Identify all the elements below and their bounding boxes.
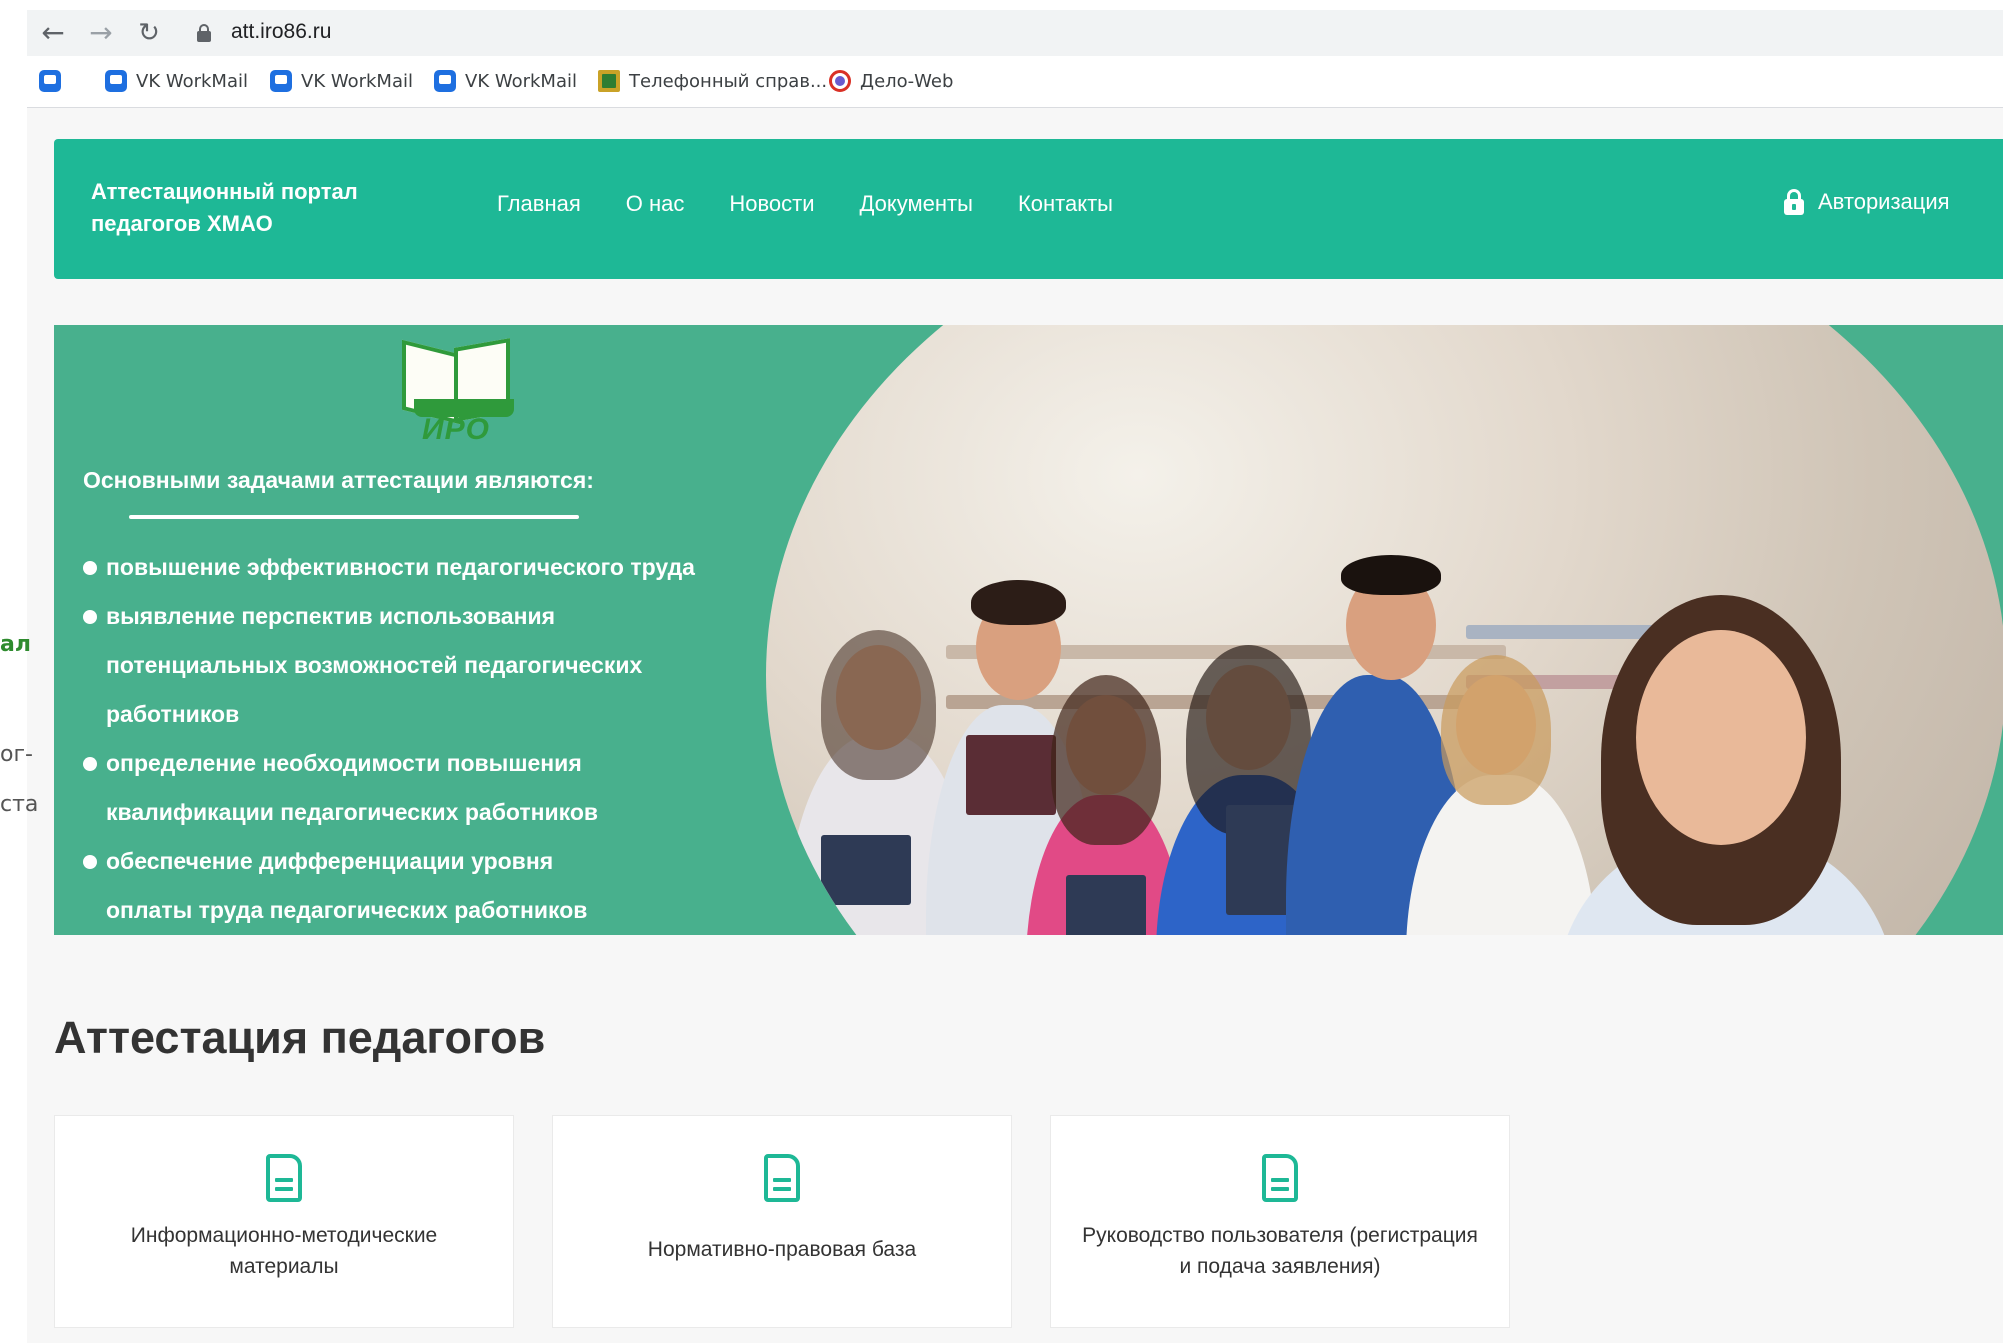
phone-directory-icon bbox=[598, 70, 620, 92]
address-bar[interactable]: att.iro86.ru bbox=[231, 20, 331, 44]
task-item: повышение эффективности педагогического … bbox=[83, 543, 783, 592]
login-label: Авторизация bbox=[1818, 189, 1950, 214]
bookmark-label: VK WorkMail bbox=[301, 70, 413, 92]
site-header: Аттестационный портал педагогов ХМАО Гла… bbox=[54, 139, 2003, 279]
bookmark-vk-workmail-1[interactable]: VK WorkMail bbox=[105, 66, 248, 96]
card-methodical-materials[interactable]: Информационно-методические материалы bbox=[54, 1115, 514, 1328]
menu-item-news[interactable]: Новости bbox=[729, 191, 814, 217]
hero-banner: ИРО Основными задачами аттестации являют… bbox=[54, 325, 2003, 935]
tasks-title: Основными задачами аттестации являются: bbox=[83, 467, 594, 493]
card-label: Информационно-методические материалы bbox=[130, 1224, 438, 1278]
bookmark-phone-directory[interactable]: Телефонный справ... bbox=[598, 66, 827, 96]
card-legal-base[interactable]: Нормативно-правовая база bbox=[552, 1115, 1012, 1328]
vk-workmail-icon bbox=[270, 70, 292, 92]
document-icon bbox=[764, 1154, 800, 1202]
background-text-fragment: ста bbox=[0, 792, 39, 817]
bookmarks-bar: VK WorkMail VK WorkMail VK WorkMail Теле… bbox=[27, 62, 2003, 100]
back-arrow-icon[interactable]: ← bbox=[37, 18, 69, 50]
iro-logo-text: ИРО bbox=[422, 413, 490, 446]
vk-workmail-icon bbox=[39, 70, 61, 92]
site-brand[interactable]: Аттестационный портал педагогов ХМАО bbox=[91, 176, 411, 240]
document-icon bbox=[1262, 1154, 1298, 1202]
bookmark-label: VK WorkMail bbox=[465, 70, 577, 92]
bookmark-label: Дело-Web bbox=[860, 70, 954, 92]
task-item: выявление перспектив использования потен… bbox=[83, 592, 723, 739]
menu-item-home[interactable]: Главная bbox=[497, 191, 581, 217]
background-window: ал ог- ста bbox=[0, 0, 38, 1343]
task-item: обеспечение дифференциации уровня оплаты… bbox=[83, 837, 643, 935]
bookmark-label: VK WorkMail bbox=[136, 70, 248, 92]
forward-arrow-icon[interactable]: → bbox=[85, 18, 117, 50]
section-title: Аттестация педагогов bbox=[54, 1012, 546, 1063]
chrome-divider bbox=[27, 107, 2003, 108]
teachers-group-photo bbox=[766, 325, 2003, 935]
reload-icon[interactable]: ↻ bbox=[133, 18, 165, 50]
vk-workmail-icon bbox=[434, 70, 456, 92]
background-text-fragment: ог- bbox=[0, 742, 33, 767]
vk-workmail-icon bbox=[105, 70, 127, 92]
login-button[interactable]: Авторизация bbox=[1784, 189, 1950, 215]
delo-web-icon bbox=[829, 70, 851, 92]
card-user-guide[interactable]: Руководство пользователя (регистрация и … bbox=[1050, 1115, 1510, 1328]
card-label: Руководство пользователя (регистрация и … bbox=[1082, 1224, 1478, 1278]
background-text-fragment: ал bbox=[0, 632, 31, 657]
brand-line: Аттестационный портал bbox=[91, 179, 358, 204]
bookmark-vk-workmail-3[interactable]: VK WorkMail bbox=[434, 66, 577, 96]
iro-logo: ИРО bbox=[394, 337, 524, 447]
bookmark-vk-workmail-2[interactable]: VK WorkMail bbox=[270, 66, 413, 96]
unlocked-padlock-icon bbox=[1784, 189, 1804, 215]
tasks-title-underline bbox=[129, 515, 579, 519]
menu-item-about[interactable]: О нас bbox=[626, 191, 685, 217]
bookmark-vk-icon-only[interactable] bbox=[39, 66, 70, 96]
attestation-cards: Информационно-методические материалы Нор… bbox=[54, 1115, 1548, 1328]
lock-icon[interactable] bbox=[197, 24, 211, 42]
brand-line: педагогов ХМАО bbox=[91, 211, 273, 236]
menu-item-documents[interactable]: Документы bbox=[860, 191, 973, 217]
address-row: ← → ↻ att.iro86.ru bbox=[27, 10, 2003, 56]
document-icon bbox=[266, 1154, 302, 1202]
tasks-list: повышение эффективности педагогического … bbox=[83, 543, 783, 935]
main-menu: Главная О нас Новости Документы Контакты bbox=[497, 191, 1158, 217]
task-item: определение необходимости повышения квал… bbox=[83, 739, 683, 837]
menu-item-contacts[interactable]: Контакты bbox=[1018, 191, 1113, 217]
bookmark-delo-web[interactable]: Дело-Web bbox=[829, 66, 953, 96]
bookmark-label: Телефонный справ... bbox=[629, 70, 828, 92]
card-label: Нормативно-правовая база bbox=[647, 1238, 917, 1261]
browser-chrome: ← → ↻ att.iro86.ru VK WorkMail VK WorkMa… bbox=[27, 0, 2003, 108]
